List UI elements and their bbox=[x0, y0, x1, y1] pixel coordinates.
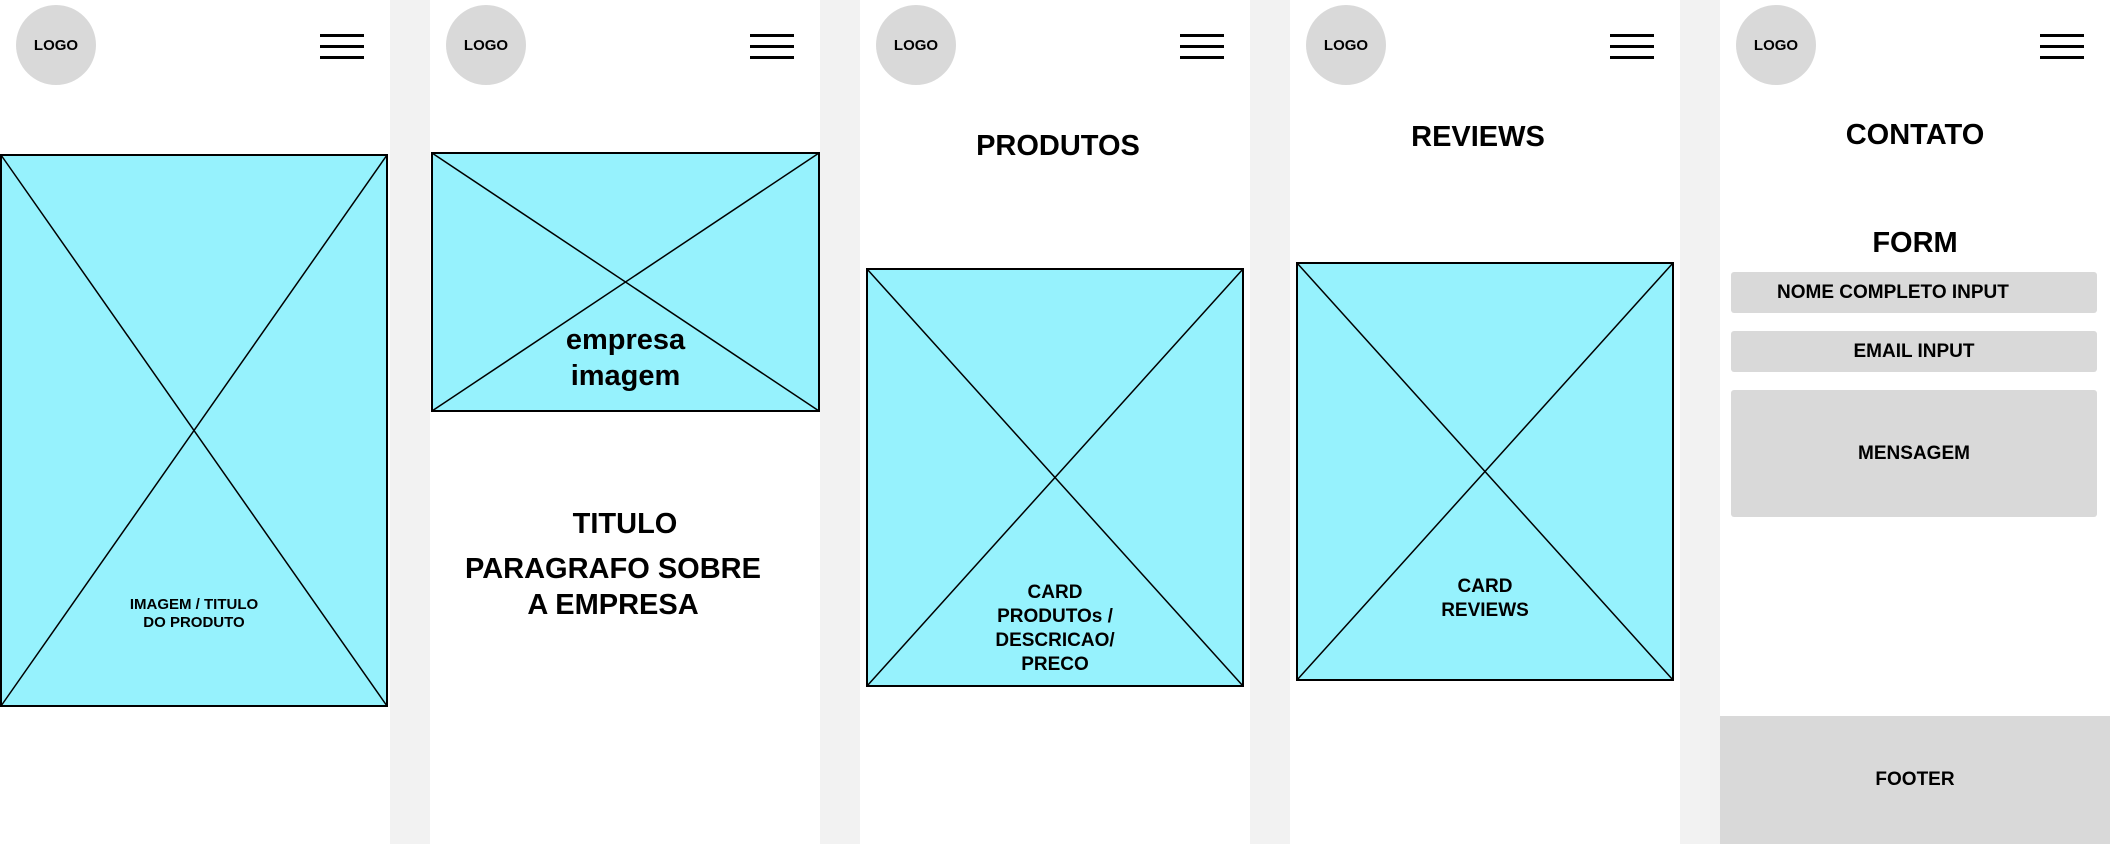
hamburger-menu-icon[interactable] bbox=[2040, 34, 2084, 60]
product-card-placeholder[interactable]: CARD PRODUTOs / DESCRICAO/ PRECO bbox=[866, 268, 1244, 687]
logo[interactable]: LOGO bbox=[446, 5, 526, 85]
frame-products: LOGO PRODUTOS CARD PRODUTOs / DESCRICAO/… bbox=[860, 0, 1250, 844]
message-input[interactable]: MENSAGEM bbox=[1731, 390, 2097, 517]
hamburger-menu-icon[interactable] bbox=[320, 34, 364, 60]
form-title: FORM bbox=[1872, 227, 1958, 259]
products-title: PRODUTOS bbox=[976, 130, 1140, 162]
logo[interactable]: LOGO bbox=[16, 5, 96, 85]
hamburger-menu-icon[interactable] bbox=[1610, 34, 1654, 60]
about-paragraph: PARAGRAFO SOBRE A EMPRESA bbox=[465, 553, 761, 621]
review-card-label: CARD REVIEWS bbox=[1441, 576, 1529, 621]
hamburger-menu-icon[interactable] bbox=[1180, 34, 1224, 60]
reviews-title: REVIEWS bbox=[1411, 121, 1545, 153]
contact-title: CONTATO bbox=[1845, 119, 1985, 151]
frame-contact: LOGO CONTATO FORM NOME COMPLETO INPUT EM… bbox=[1720, 0, 2110, 844]
hamburger-menu-icon[interactable] bbox=[750, 34, 794, 60]
name-input[interactable]: NOME COMPLETO INPUT bbox=[1731, 272, 2097, 313]
company-image-placeholder: empresa imagem bbox=[431, 152, 820, 412]
frame-about: LOGO empresa imagem TITULO PARAGRAFO SOB… bbox=[430, 0, 820, 844]
frame-reviews: LOGO REVIEWS CARD REVIEWS bbox=[1290, 0, 1680, 844]
logo[interactable]: LOGO bbox=[876, 5, 956, 85]
email-input[interactable]: EMAIL INPUT bbox=[1731, 331, 2097, 372]
product-card-label: CARD PRODUTOs / DESCRICAO/ PRECO bbox=[995, 582, 1115, 675]
logo[interactable]: LOGO bbox=[1736, 5, 1816, 85]
hero-image-placeholder: IMAGEM / TITULO DO PRODUTO bbox=[0, 154, 388, 707]
frame-home: LOGO IMAGEM / TITULO DO PRODUTO bbox=[0, 0, 390, 844]
about-title: TITULO bbox=[572, 508, 678, 540]
hero-image-label: IMAGEM / TITULO DO PRODUTO bbox=[129, 596, 259, 631]
company-image-label: empresa imagem bbox=[565, 324, 686, 392]
logo[interactable]: LOGO bbox=[1306, 5, 1386, 85]
review-card-placeholder[interactable]: CARD REVIEWS bbox=[1296, 262, 1674, 681]
footer: FOOTER bbox=[1720, 716, 2110, 844]
